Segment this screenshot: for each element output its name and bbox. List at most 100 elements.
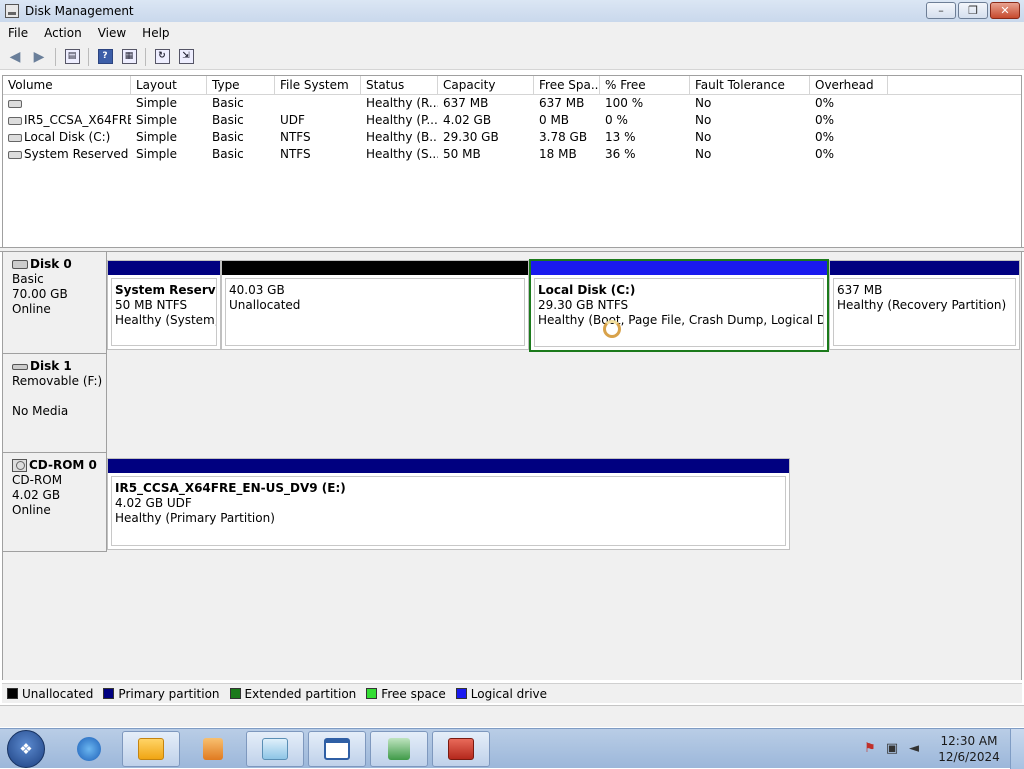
cell-file-system: NTFS	[275, 146, 361, 163]
disk-1-label[interactable]: Disk 1 Removable (F:) No Media	[3, 354, 107, 453]
disk-1-name: Disk 1	[30, 359, 72, 373]
primary-partition-bar	[108, 261, 220, 275]
export-list-button[interactable]: ⇲	[175, 47, 197, 67]
column-header-fault-tolerance[interactable]: Fault Tolerance	[690, 76, 810, 94]
volume-row[interactable]: System Reserved Simple Basic NTFS Healthy (S…	[3, 146, 1021, 163]
network-icon[interactable]: ▣	[884, 741, 900, 757]
refresh-button[interactable]: ↻	[151, 47, 173, 67]
volume-list[interactable]: Volume Layout Type File System Status Ca…	[2, 75, 1022, 247]
application-window-icon	[324, 738, 350, 760]
legend: Unallocated Primary partition Extended p…	[2, 683, 1022, 703]
toolbar-separator	[55, 47, 56, 66]
cell-layout: Simple	[131, 95, 207, 112]
disk-0-size: 70.00 GB	[12, 287, 68, 301]
clock-time: 12:30 AM	[940, 734, 998, 748]
cell-text: IR5_CCSA_X64FRE...	[24, 113, 131, 127]
removable-disk-icon	[12, 363, 28, 370]
column-header-percent-free[interactable]: % Free	[600, 76, 690, 94]
cell-overhead: 0%	[810, 146, 888, 163]
restore-button[interactable]: ❐	[958, 2, 988, 19]
cdrom-0-label[interactable]: CD-ROM 0 CD-ROM 4.02 GB Online	[3, 453, 107, 552]
cell-capacity: 4.02 GB	[438, 112, 534, 129]
menu-view[interactable]: View	[90, 23, 134, 43]
cell-percent-free: 13 %	[600, 129, 690, 146]
back-arrow-icon[interactable]: ◀	[4, 47, 26, 67]
column-header-volume[interactable]: Volume	[3, 76, 131, 94]
media-player-icon	[203, 738, 223, 760]
taskbar-notepad[interactable]	[246, 731, 304, 767]
partition-cdrom-e[interactable]: IR5_CCSA_X64FRE_EN-US_DV9 (E:) 4.02 GB U…	[107, 458, 790, 550]
console-tree-icon: ▤	[64, 49, 80, 64]
start-button[interactable]: ❖	[7, 729, 45, 768]
column-header-status[interactable]: Status	[361, 76, 438, 94]
help-button[interactable]: ?	[94, 47, 116, 67]
taskbar-internet-explorer[interactable]	[60, 731, 118, 767]
title-bar: Disk Management – ❐ ✕	[0, 0, 1024, 22]
cell-text: NTFS	[280, 147, 311, 161]
cell-text: Healthy (P...	[366, 113, 438, 127]
volume-row[interactable]: Local Disk (C:) Simple Basic NTFS Healthy (B…	[3, 129, 1021, 146]
cd-drive-icon	[12, 459, 27, 472]
status-bar	[0, 705, 1024, 727]
cell-capacity: 637 MB	[438, 95, 534, 112]
partition-local-disk-c[interactable]: Local Disk (C:) 29.30 GB NTFS Healthy (B…	[529, 259, 829, 352]
legend-free-space: Free space	[366, 687, 446, 701]
taskbar-hardware-app[interactable]	[370, 731, 428, 767]
legend-swatch	[455, 688, 467, 699]
properties-button[interactable]: ▦	[118, 47, 140, 67]
legend-unallocated: Unallocated	[7, 687, 93, 701]
taskbar-window-app[interactable]	[308, 731, 366, 767]
primary-partition-bar	[108, 459, 789, 473]
partition-system-reserved[interactable]: System Reserved 50 MB NTFS Healthy (Syst…	[107, 260, 221, 350]
partition-status: Unallocated	[229, 298, 301, 312]
column-header-capacity[interactable]: Capacity	[438, 76, 534, 94]
notepad-icon	[262, 738, 288, 760]
refresh-icon: ↻	[154, 49, 170, 64]
menu-action[interactable]: Action	[36, 23, 90, 43]
cell-text: No	[695, 113, 712, 127]
cell-text: 637 MB	[443, 96, 489, 110]
volume-row[interactable]: Simple Basic Healthy (R... 637 MB 637 MB 100 …	[3, 95, 1021, 112]
column-header-free-space[interactable]: Free Spa...	[534, 76, 600, 94]
menu-help[interactable]: Help	[134, 23, 177, 43]
cell-text: System Reserved	[24, 147, 129, 161]
system-clock[interactable]: 12:30 AM 12/6/2024	[928, 733, 1010, 765]
cell-fault-tolerance: No	[690, 129, 810, 146]
cell-capacity: 29.30 GB	[438, 129, 534, 146]
cell-text: Healthy (S...	[366, 147, 438, 161]
taskbar-media-player[interactable]	[184, 731, 242, 767]
disk-0-state: Online	[12, 302, 51, 316]
action-center-flag-icon[interactable]: ⚑	[862, 741, 878, 757]
cell-free-space: 0 MB	[534, 112, 600, 129]
legend-swatch	[103, 688, 115, 699]
volume-muted-icon[interactable]: ◄	[906, 741, 922, 757]
show-console-tree-button[interactable]: ▤	[61, 47, 83, 67]
column-header-overhead[interactable]: Overhead	[810, 76, 888, 94]
disk-0-label[interactable]: Disk 0 Basic 70.00 GB Online	[3, 252, 107, 354]
internet-explorer-icon	[77, 737, 101, 761]
column-header-type[interactable]: Type	[207, 76, 275, 94]
cell-text: 0%	[815, 147, 835, 161]
menu-file[interactable]: File	[0, 23, 36, 43]
legend-label: Logical drive	[470, 686, 548, 701]
partition-unallocated[interactable]: 40.03 GB Unallocated	[221, 260, 529, 350]
close-button[interactable]: ✕	[990, 2, 1020, 19]
cell-text: Basic	[212, 147, 244, 161]
minimize-button[interactable]: –	[926, 2, 956, 19]
taskbar-file-explorer[interactable]	[122, 731, 180, 767]
disk-0-type: Basic	[12, 272, 44, 286]
column-header-layout[interactable]: Layout	[131, 76, 207, 94]
export-icon: ⇲	[178, 49, 194, 64]
volume-row[interactable]: IR5_CCSA_X64FRE... Simple Basic UDF Healthy …	[3, 112, 1021, 129]
forward-arrow-icon[interactable]: ▶	[28, 47, 50, 67]
column-header-file-system[interactable]: File System	[275, 76, 361, 94]
disk-management-app-icon	[5, 4, 19, 18]
cell-file-system: NTFS	[275, 129, 361, 146]
partition-size: 637 MB	[837, 283, 883, 297]
show-desktop-button[interactable]	[1010, 729, 1024, 769]
taskbar-disk-management[interactable]	[432, 731, 490, 767]
toolbox-icon	[448, 738, 474, 760]
partition-recovery[interactable]: 637 MB Healthy (Recovery Partition)	[829, 260, 1020, 350]
cell-status: Healthy (P...	[361, 112, 438, 129]
legend-label: Primary partition	[118, 686, 220, 701]
